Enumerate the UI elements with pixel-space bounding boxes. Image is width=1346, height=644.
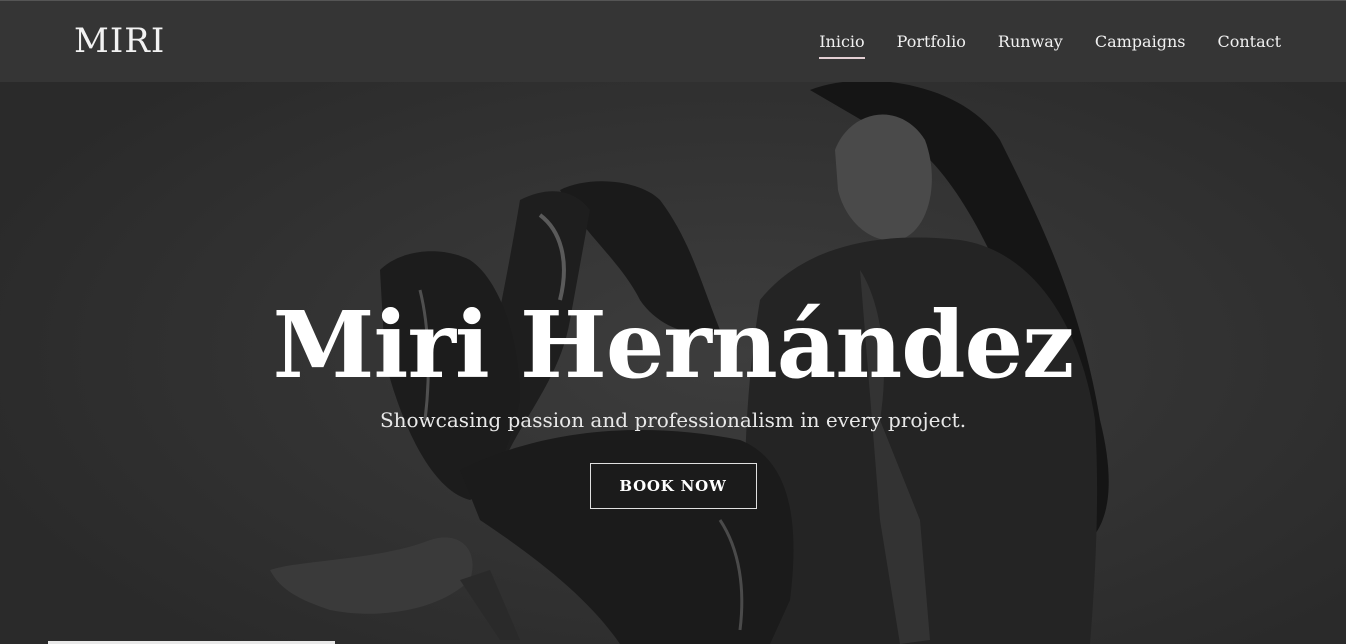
- top-navbar: MIRI Inicio Portfolio Runway Campaigns C…: [0, 0, 1346, 82]
- nav-link-contact[interactable]: Contact: [1217, 31, 1281, 57]
- nav-link-runway[interactable]: Runway: [998, 31, 1063, 57]
- hero-subtitle: Showcasing passion and professionalism i…: [379, 408, 967, 432]
- hero-title: Miri Hernández: [272, 291, 1075, 399]
- nav-link-campaigns[interactable]: Campaigns: [1095, 31, 1186, 57]
- site-logo[interactable]: MIRI: [74, 21, 165, 61]
- nav-link-portfolio[interactable]: Portfolio: [897, 31, 966, 57]
- book-now-button[interactable]: BOOK NOW: [589, 463, 757, 509]
- main-nav: Inicio Portfolio Runway Campaigns Contac…: [819, 31, 1281, 59]
- hero-content: Miri Hernández Showcasing passion and pr…: [0, 290, 1346, 509]
- nav-link-inicio[interactable]: Inicio: [819, 31, 866, 59]
